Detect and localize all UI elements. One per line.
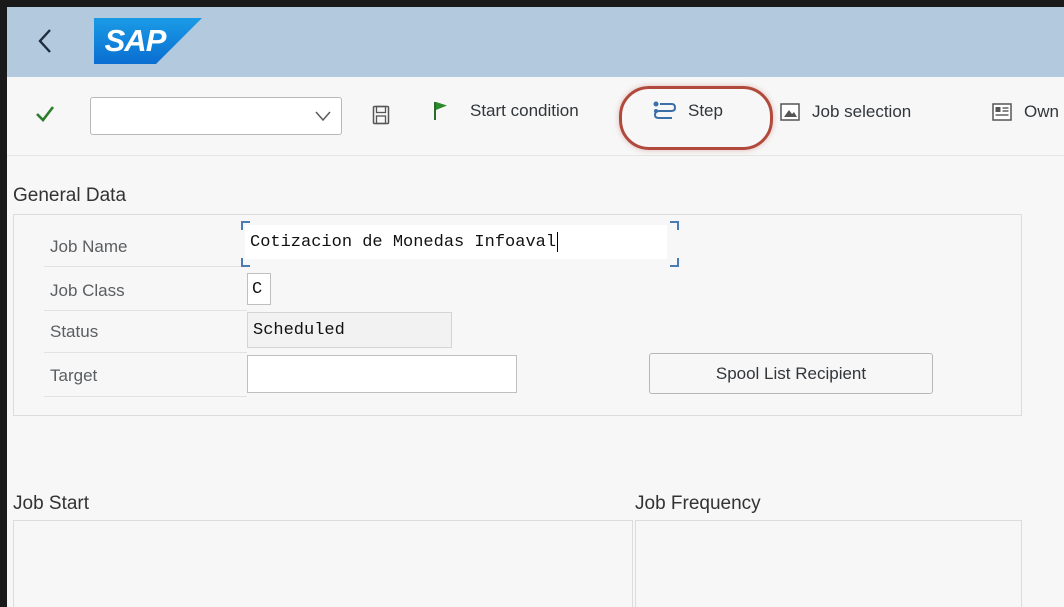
general-data-title: General Data — [13, 185, 127, 206]
chevron-left-icon — [38, 29, 51, 53]
status-value: Scheduled — [253, 320, 345, 340]
form-row-divider — [44, 310, 247, 311]
own-jobs-button[interactable]: Own — [992, 102, 1059, 122]
save-button[interactable] — [372, 105, 390, 125]
focus-corner — [670, 258, 679, 267]
job-class-value: C — [252, 279, 263, 299]
application-toolbar: Start condition Step Job selection Own — [7, 77, 1064, 156]
image-icon — [780, 103, 800, 121]
form-row-divider — [44, 266, 247, 267]
job-class-input[interactable]: C — [247, 273, 271, 305]
spool-list-recipient-button[interactable]: Spool List Recipient — [649, 353, 933, 394]
job-name-label: Job Name — [50, 237, 128, 256]
flag-icon — [434, 102, 447, 120]
job-name-value: Cotizacion de Monedas Infoaval — [250, 232, 557, 252]
status-label: Status — [50, 322, 99, 341]
job-selection-button[interactable]: Job selection — [780, 102, 911, 122]
text-caret — [557, 232, 559, 252]
form-row-divider — [44, 352, 247, 353]
target-input[interactable] — [247, 355, 517, 393]
id-card-icon — [992, 103, 1012, 121]
job-frequency-group — [635, 520, 1022, 607]
step-highlight-annotation — [619, 86, 773, 150]
target-label: Target — [50, 366, 98, 385]
focus-corner — [241, 221, 250, 230]
job-start-group — [13, 520, 633, 607]
job-frequency-title: Job Frequency — [635, 493, 761, 514]
start-condition-button[interactable]: Start condition — [432, 100, 579, 122]
start-condition-label: Start condition — [470, 101, 579, 120]
own-jobs-label: Own — [1024, 102, 1059, 121]
enter-button[interactable] — [35, 105, 55, 123]
job-name-input[interactable]: Cotizacion de Monedas Infoaval — [245, 225, 667, 259]
sap-window: SAP Start condition Step Job selection O… — [0, 0, 1064, 607]
job-start-title: Job Start — [13, 493, 90, 514]
sap-logo-text: SAP — [104, 23, 167, 58]
status-field: Scheduled — [247, 312, 452, 348]
save-icon — [372, 105, 390, 125]
checkmark-icon — [36, 106, 55, 122]
back-button[interactable] — [27, 23, 63, 59]
focus-corner — [241, 258, 250, 267]
job-class-label: Job Class — [50, 281, 125, 300]
chevron-down-icon[interactable] — [315, 110, 331, 122]
form-row-divider — [44, 396, 247, 397]
job-selection-label: Job selection — [812, 102, 912, 121]
command-field[interactable] — [90, 97, 342, 135]
shell-header: SAP — [7, 7, 1064, 77]
focus-corner — [670, 221, 679, 230]
